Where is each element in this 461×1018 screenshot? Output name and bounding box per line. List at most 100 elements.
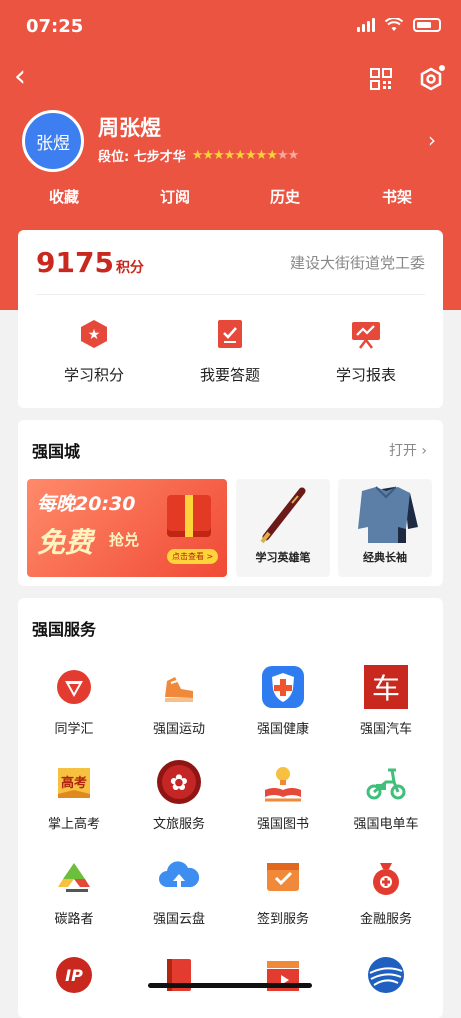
banner-cta: 点击查看 > [167, 549, 219, 564]
points-value: 9175 [36, 246, 114, 279]
home-indicator [148, 983, 312, 988]
cloud-upload-icon [159, 861, 200, 889]
points-value-row[interactable]: 9175 积分 [36, 246, 144, 279]
product-label: 学习英雄笔 [255, 551, 311, 564]
quiz-icon [218, 320, 242, 348]
service-item[interactable] [232, 952, 334, 1006]
globe-icon [368, 957, 404, 993]
service-label: 金融服务 [359, 912, 412, 927]
battery-icon [413, 18, 441, 32]
video-clapper-icon [267, 961, 299, 991]
service-label: 文旅服务 [152, 817, 205, 832]
quick-action-label: 我要答题 [199, 366, 260, 384]
fountain-pen-icon [260, 487, 306, 544]
svg-text:✿: ✿ [170, 771, 188, 796]
services-card: 强国服务 同学汇 强国运动 强国健康 车 强国汽车 高考 掌上高考 ✿ 文旅服务… [18, 598, 443, 1018]
services-title: 强国服务 [32, 620, 97, 639]
book-lamp-icon [265, 767, 301, 802]
settings-gear-icon[interactable] [416, 64, 446, 94]
service-item[interactable]: 签到服务 [232, 854, 334, 927]
org-name: 建设大街街道党工委 [289, 254, 425, 272]
svg-text:IP: IP [65, 966, 83, 985]
points-icon: ★ [81, 320, 107, 348]
service-item[interactable] [335, 952, 437, 1006]
checkin-icon [267, 863, 299, 891]
service-item[interactable]: 强国运动 [128, 664, 230, 737]
rank-stars: ★★★★★★★★★★ [191, 148, 300, 163]
product-label: 经典长袖 [363, 551, 407, 564]
product-pen[interactable]: 学习英雄笔 [236, 479, 330, 577]
quick-action-quiz[interactable]: 我要答题 [170, 318, 290, 385]
service-item[interactable]: ✿ 文旅服务 [128, 759, 230, 832]
top-nav: ‹ [0, 58, 461, 102]
service-item[interactable]: 强国健康 [232, 664, 334, 737]
service-label: 掌上高考 [47, 817, 100, 832]
signal-icon [357, 18, 375, 32]
service-item[interactable]: 金融服务 [335, 854, 437, 927]
product-sweater[interactable]: 经典长袖 [338, 479, 432, 577]
tab-history[interactable]: 历史 [270, 186, 300, 207]
qr-code-icon[interactable] [370, 68, 392, 90]
mall-title: 强国城 [32, 442, 81, 461]
health-shield-icon [262, 666, 304, 708]
quick-action-label: 学习报表 [335, 366, 396, 384]
service-item[interactable]: IP [23, 952, 125, 1006]
scooter-icon [366, 768, 406, 800]
banner-redeem-text: 抢兑 [109, 531, 140, 549]
service-item[interactable]: 同学汇 [23, 664, 125, 737]
service-label: 强国运动 [152, 722, 205, 737]
service-item[interactable]: 高考 掌上高考 [23, 759, 125, 832]
carbon-leaf-icon [58, 863, 90, 892]
svg-text:高考: 高考 [61, 775, 87, 791]
rank-row: 段位: 七步才华 ★★★★★★★★★★ [98, 146, 300, 165]
tab-subscriptions[interactable]: 订阅 [160, 186, 190, 207]
ip-icon: IP [56, 957, 92, 993]
sweater-icon [358, 486, 418, 543]
service-label: 强国电单车 [353, 817, 419, 832]
quick-action-points[interactable]: ★ 学习积分 [34, 318, 154, 385]
back-chevron-icon[interactable]: ‹ [14, 62, 26, 92]
status-time: 07:25 [26, 16, 84, 37]
culture-travel-icon: ✿ [157, 760, 201, 804]
gaokao-icon: 高考 [58, 768, 90, 798]
service-label: 碳路者 [54, 912, 94, 927]
report-icon [352, 322, 380, 349]
service-label: 强国云盘 [152, 912, 205, 927]
divider [36, 294, 425, 295]
sneaker-icon [165, 677, 193, 702]
service-label: 同学汇 [54, 722, 94, 737]
book-red-icon [167, 959, 191, 991]
rank-label: 段位: 七步才华 [98, 150, 186, 165]
banner-time-text: 每晚20:30 [37, 493, 136, 515]
service-label: 强国图书 [256, 817, 309, 832]
tongxuehui-icon [57, 670, 91, 704]
quick-action-report[interactable]: 学习报表 [306, 318, 426, 385]
service-label: 强国汽车 [359, 722, 412, 737]
service-item[interactable]: 强国云盘 [128, 854, 230, 927]
mall-open-link[interactable]: 打开 › [389, 440, 427, 460]
service-item[interactable]: 车 强国汽车 [335, 664, 437, 737]
profile-chevron-icon[interactable]: › [428, 128, 436, 152]
mall-banner[interactable]: 每晚20:30 免费 抢兑 点击查看 > [27, 479, 227, 577]
tab-favorites[interactable]: 收藏 [49, 186, 79, 207]
money-bag-icon [373, 863, 399, 895]
user-name: 周张煜 [98, 115, 161, 140]
quick-action-label: 学习积分 [63, 366, 124, 384]
service-item[interactable]: 强国电单车 [335, 759, 437, 832]
banner-free-text: 免费 [37, 526, 94, 559]
wifi-icon [385, 18, 403, 31]
svg-text:★: ★ [88, 327, 101, 343]
tab-bookshelf[interactable]: 书架 [382, 186, 412, 207]
service-label: 强国健康 [256, 722, 309, 737]
avatar[interactable]: 张煜 [22, 110, 84, 172]
service-label: 签到服务 [256, 912, 309, 927]
gift-box-icon [167, 495, 211, 537]
mall-card: 强国城 打开 › 每晚20:30 免费 抢兑 点击查看 > 学习英雄笔 经典长袖 [18, 420, 443, 586]
service-item[interactable] [128, 952, 230, 1006]
points-unit: 积分 [115, 260, 144, 276]
service-item[interactable]: 强国图书 [232, 759, 334, 832]
service-item[interactable]: 碳路者 [23, 854, 125, 927]
svg-text:车: 车 [372, 672, 400, 705]
status-bar: 07:25 [0, 0, 461, 54]
car-character-icon: 车 [364, 665, 408, 709]
